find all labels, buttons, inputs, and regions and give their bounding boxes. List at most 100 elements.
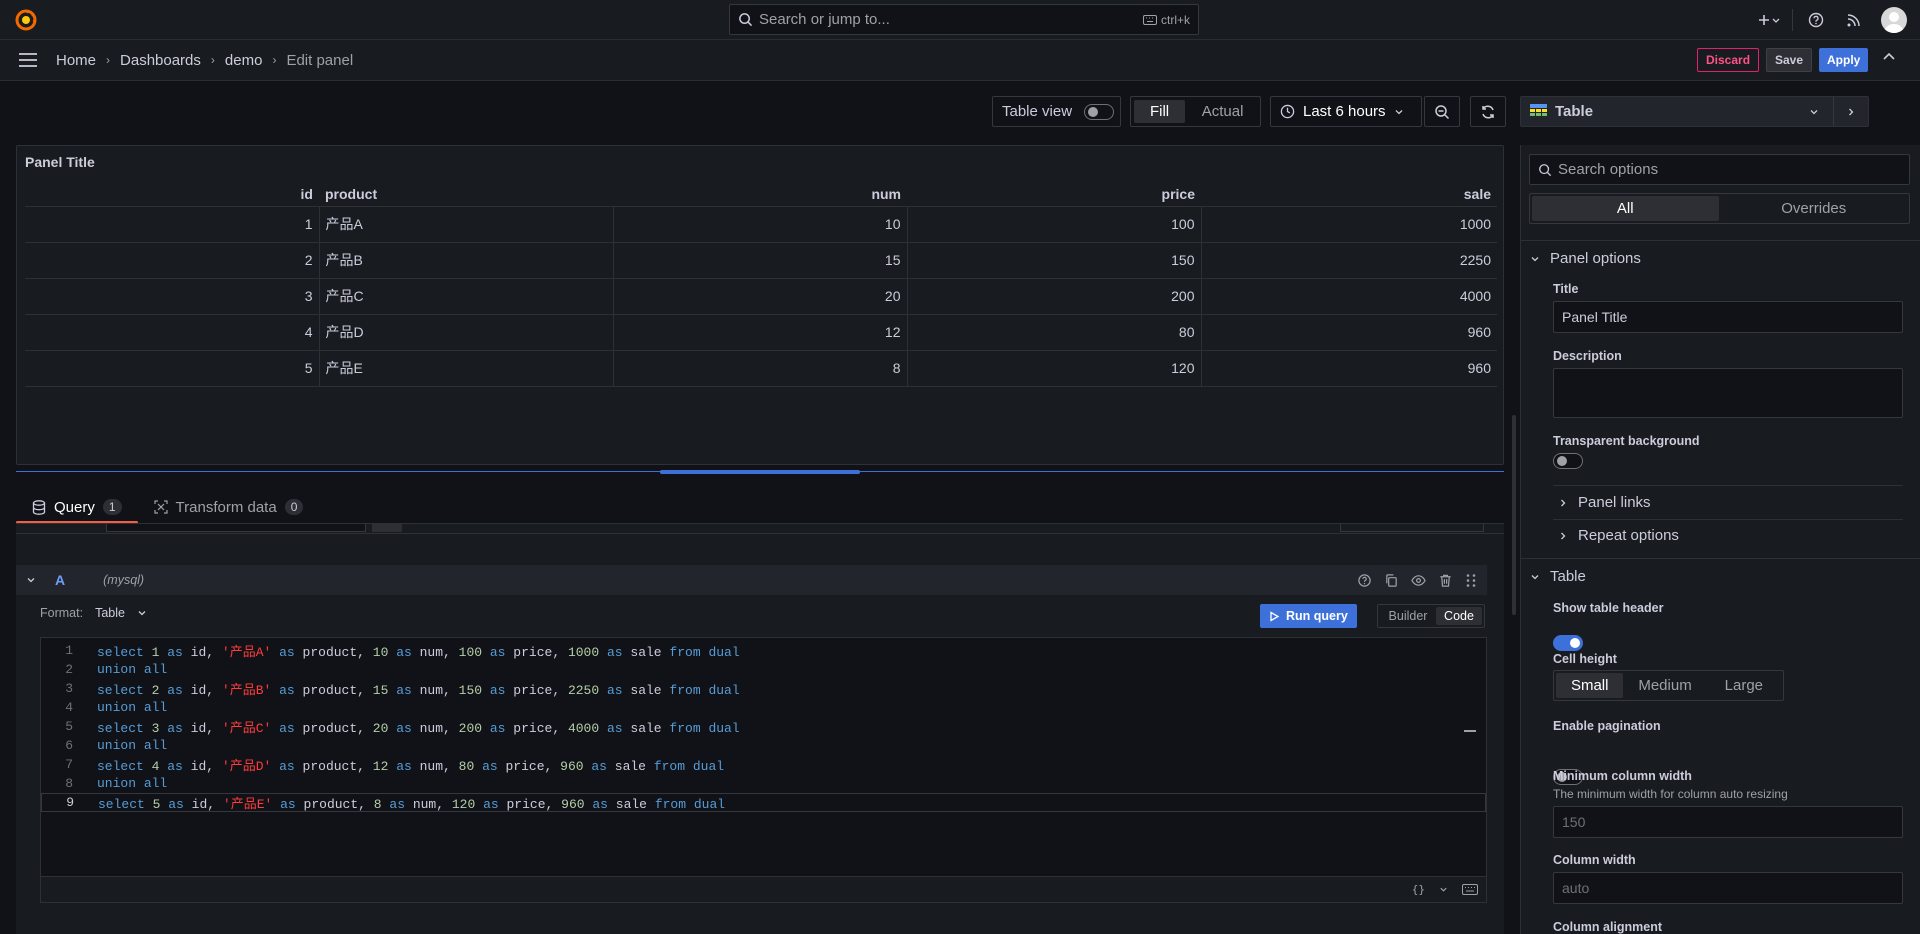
- duplicate-icon[interactable]: [1384, 573, 1399, 588]
- cell-height-medium[interactable]: Medium: [1625, 673, 1704, 698]
- search-bar[interactable]: Search or jump to... ctrl+k: [729, 4, 1199, 35]
- builder-option[interactable]: Builder: [1380, 607, 1436, 625]
- divider: [1520, 240, 1920, 241]
- chevron-right-icon: ›: [106, 53, 111, 67]
- datasource-picker-partial[interactable]: [106, 524, 366, 532]
- tab-all[interactable]: All: [1532, 196, 1719, 221]
- drag-handle-icon[interactable]: [1465, 573, 1477, 588]
- repeat-options-header[interactable]: Repeat options: [1558, 527, 1679, 544]
- editor-tabs: Query 1 Transform data 0: [16, 491, 320, 524]
- fill-option[interactable]: Fill: [1134, 100, 1186, 123]
- column-header-num[interactable]: num: [613, 182, 907, 207]
- format-select[interactable]: Table: [95, 606, 147, 620]
- add-new-button[interactable]: [1750, 0, 1788, 40]
- table-row: 1 产品A 10 100 1000: [25, 206, 1497, 243]
- code-option[interactable]: Code: [1436, 607, 1482, 625]
- column-width-label: Column width: [1553, 853, 1636, 867]
- cell-height-large[interactable]: Large: [1707, 673, 1781, 698]
- trash-icon[interactable]: [1438, 573, 1453, 588]
- sql-code-editor[interactable]: 1 select 1 as id, '产品A' as product, 10 as…: [40, 637, 1487, 877]
- cell-sale: 960: [1200, 350, 1497, 387]
- query-inspector-partial[interactable]: [1340, 524, 1484, 532]
- format-code-icon[interactable]: {}: [1412, 883, 1425, 896]
- builder-code-toggle: Builder Code: [1377, 604, 1485, 628]
- description-label: Description: [1553, 349, 1622, 363]
- chevron-down-icon: [1809, 107, 1819, 117]
- show-table-header-switch[interactable]: [1553, 635, 1583, 651]
- tab-query-label: Query: [54, 498, 95, 516]
- query-ref-id[interactable]: A: [55, 572, 65, 588]
- code-line: 3 select 2 as id, '产品B' as product, 15 as…: [65, 681, 740, 698]
- table-view-toggle[interactable]: Table view: [992, 96, 1121, 127]
- discard-button[interactable]: Discard: [1697, 48, 1760, 72]
- time-range-picker[interactable]: Last 6 hours: [1270, 96, 1422, 127]
- keyboard-shortcut: ctrl+k: [1142, 13, 1190, 27]
- column-header-id[interactable]: id: [25, 182, 319, 207]
- search-options-input[interactable]: Search options: [1529, 154, 1910, 185]
- divider: [1833, 97, 1834, 126]
- divider: [16, 533, 1504, 534]
- description-textarea[interactable]: [1553, 368, 1903, 418]
- zoom-out-button[interactable]: [1424, 96, 1460, 127]
- panel-title[interactable]: Panel Title: [25, 154, 95, 170]
- breadcrumb-dashboards[interactable]: Dashboards: [120, 52, 201, 69]
- chevron-right-icon[interactable]: [1846, 107, 1856, 117]
- breadcrumb-demo[interactable]: demo: [225, 52, 263, 69]
- code-line-current: 9 select 5 as id, '产品E' as product, 8 as …: [41, 793, 1486, 812]
- cell-height-small[interactable]: Small: [1556, 673, 1624, 698]
- collapse-chevron-icon[interactable]: [26, 575, 36, 585]
- keyboard-icon: [1142, 14, 1157, 25]
- keyboard-icon[interactable]: [1462, 884, 1478, 895]
- chevron-down-icon: [137, 608, 147, 618]
- tab-transform-data[interactable]: Transform data 0: [138, 491, 320, 523]
- refresh-button[interactable]: [1470, 96, 1506, 127]
- save-button[interactable]: Save: [1766, 48, 1813, 72]
- transform-count-badge: 0: [284, 499, 304, 515]
- table-view-switch[interactable]: [1084, 103, 1115, 120]
- news-button[interactable]: [1835, 0, 1873, 40]
- cell-product: 产品B: [318, 242, 613, 279]
- minimap-marker: [1464, 730, 1476, 732]
- help-button[interactable]: [1797, 0, 1835, 40]
- search-placeholder: Search or jump to...: [759, 11, 890, 28]
- chevron-down-icon[interactable]: [1439, 885, 1448, 894]
- splitter-handle[interactable]: [660, 470, 860, 474]
- transparent-background-switch[interactable]: [1553, 453, 1583, 469]
- title-input[interactable]: Panel Title: [1553, 301, 1903, 333]
- panel-links-header[interactable]: Panel links: [1558, 494, 1651, 511]
- table-section-header[interactable]: Table: [1530, 568, 1586, 585]
- help-icon[interactable]: [1357, 573, 1372, 588]
- column-width-input[interactable]: auto: [1553, 872, 1903, 904]
- title-label: Title: [1553, 282, 1579, 296]
- column-header-price[interactable]: price: [907, 182, 1201, 207]
- collapse-button[interactable]: [1882, 50, 1896, 64]
- grafana-logo[interactable]: [15, 9, 37, 31]
- scrollbar[interactable]: [1512, 415, 1516, 615]
- table-row: 3 产品C 20 200 4000: [25, 278, 1497, 315]
- panel-options-section-header[interactable]: Panel options: [1530, 250, 1641, 267]
- query-count-badge: 1: [102, 499, 122, 515]
- column-header-sale[interactable]: sale: [1201, 182, 1497, 207]
- run-query-button[interactable]: Run query: [1260, 604, 1357, 628]
- table-view-label: Table view: [1002, 103, 1073, 120]
- table-row: 5 产品E 8 120 960: [25, 350, 1497, 387]
- actual-option[interactable]: Actual: [1188, 100, 1257, 123]
- code-line: 7 select 4 as id, '产品D' as product, 12 as…: [65, 757, 725, 774]
- minimum-column-width-input[interactable]: 150: [1553, 806, 1903, 838]
- breadcrumb-home[interactable]: Home: [56, 52, 96, 69]
- query-row-header: A (mysql): [16, 565, 1487, 595]
- time-range-label: Last 6 hours: [1303, 103, 1386, 120]
- divider: [1553, 519, 1903, 520]
- eye-icon[interactable]: [1411, 573, 1426, 588]
- cell-num: 8: [612, 350, 907, 387]
- query-options-partial[interactable]: [372, 524, 402, 532]
- menu-toggle-button[interactable]: [0, 53, 56, 67]
- user-avatar[interactable]: [1881, 7, 1907, 33]
- top-bar: Search or jump to... ctrl+k: [0, 0, 1920, 40]
- tab-query[interactable]: Query 1: [16, 491, 138, 524]
- tab-overrides[interactable]: Overrides: [1721, 196, 1908, 221]
- column-header-product[interactable]: product: [319, 182, 613, 207]
- visualization-picker[interactable]: Table: [1520, 96, 1869, 127]
- apply-button[interactable]: Apply: [1819, 48, 1869, 72]
- breadcrumb-bar: Home › Dashboards › demo › Edit panel: [0, 40, 1920, 81]
